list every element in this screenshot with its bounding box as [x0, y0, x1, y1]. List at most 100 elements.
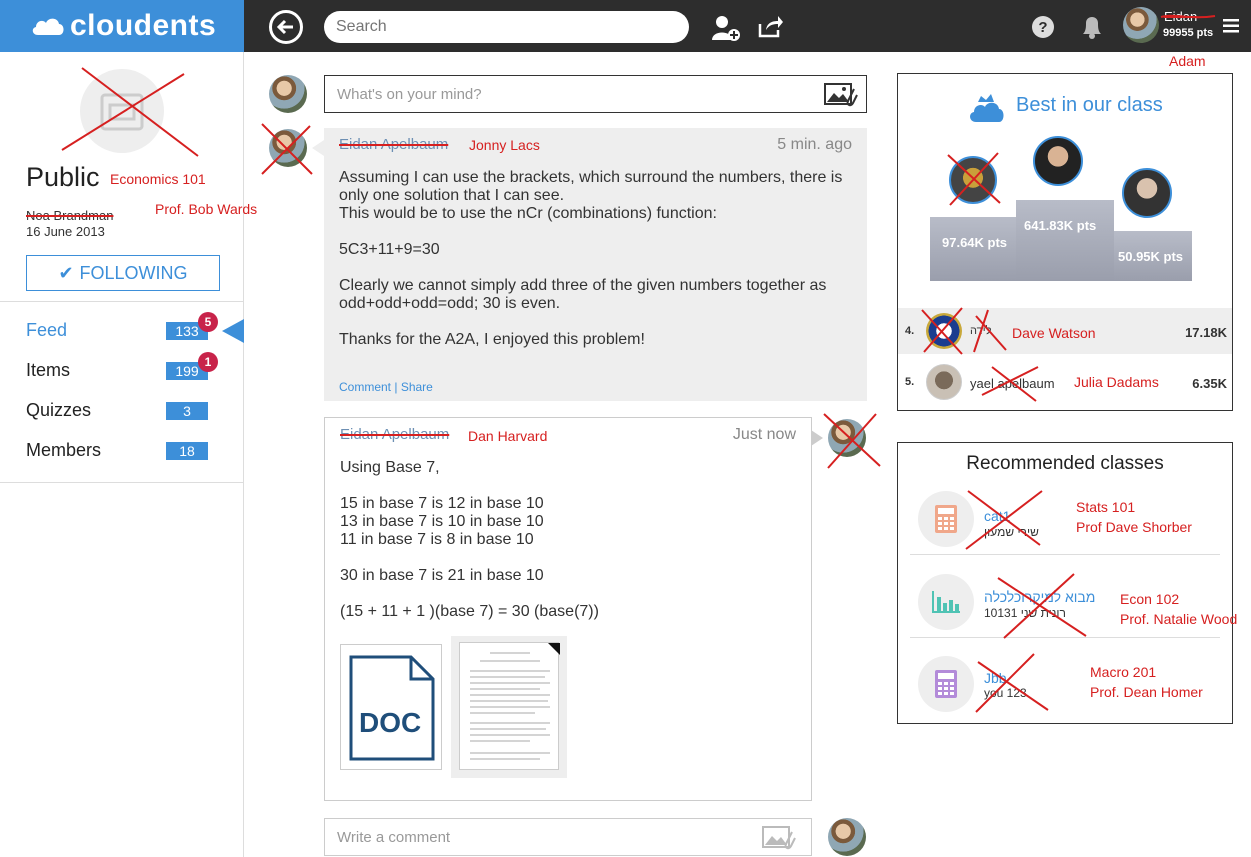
post-body: Using Base 7, 15 in base 7 is 12 in base… [340, 459, 599, 620]
panel-title: Best in our class [1016, 94, 1163, 116]
best-in-class-panel: Best in our class 97.64K pts 641.83K pts… [897, 73, 1233, 411]
user-avatar [1123, 7, 1159, 43]
post-body: Assuming I can use the brackets, which s… [339, 169, 843, 348]
recommended-classes-panel: Recommended classes cat1 שירי שמעון Stat… [897, 442, 1237, 724]
sidebar: Public Economics 101 Noa Brandman Prof. … [0, 52, 257, 857]
count-badge: 3 [166, 402, 208, 420]
annotation-class-name: Macro 201 [1090, 664, 1157, 680]
svg-text:?: ? [1038, 19, 1047, 36]
annotation-leader: Dave Watson [1012, 325, 1096, 341]
podium-points: 641.83K pts [1024, 218, 1097, 233]
scribble-mark [1160, 14, 1216, 19]
post-card: Eidan Apelbaum Jonny Lacs 5 min. ago Ass… [312, 128, 867, 401]
podium-points: 50.95K pts [1118, 249, 1184, 264]
recommended-class[interactable]: מבוא למיקרוכלכלה רונית שני 10131 Econ 10… [910, 566, 1237, 639]
commenter-avatar[interactable] [828, 818, 866, 856]
help-icon[interactable]: ? [1031, 15, 1055, 39]
brand-name: cloudents [70, 9, 217, 42]
leader-avatar [926, 364, 962, 400]
recommended-class[interactable]: Jbb you 123 Macro 201 Prof. Dean Homer [910, 648, 1220, 720]
panel-title: Recommended classes [966, 453, 1164, 474]
leader-name: yael apelbaum [970, 376, 1055, 391]
podium-avatar-first[interactable] [1033, 136, 1083, 186]
class-name: מבוא למיקרוכלכלה [984, 589, 1096, 605]
post-author-avatar[interactable] [269, 129, 307, 167]
my-avatar[interactable] [269, 75, 307, 113]
count-badge: 18 [166, 442, 208, 460]
post-author[interactable]: Eidan Apelbaum [340, 426, 449, 443]
add-user-icon[interactable] [711, 14, 741, 42]
annotation-author: Dan Harvard [468, 428, 548, 444]
created-date: 16 June 2013 [26, 224, 105, 239]
comment-input[interactable]: Write a comment [324, 818, 812, 856]
nav-label: Members [26, 440, 102, 460]
text-lines [470, 643, 560, 760]
notification-badge: 5 [198, 312, 218, 332]
nav-item-members[interactable]: Members 18 [26, 440, 226, 464]
post-card: Eidan Apelbaum Dan Harvard Just now Usin… [324, 417, 823, 801]
annotation-class-prof: Prof. Natalie Wood [1120, 611, 1238, 627]
rank: 5. [905, 376, 915, 388]
post-time: 5 min. ago [777, 136, 852, 153]
check-icon: ✔ [58, 262, 74, 283]
share-icon[interactable] [758, 14, 784, 38]
calculator-icon [935, 670, 957, 698]
annotation-class-prof: Prof Dave Shorber [1076, 519, 1192, 535]
separator: | [391, 380, 401, 394]
class-sub: you 123 [984, 686, 1027, 700]
post-input[interactable]: What's on your mind? [324, 75, 867, 113]
annotation-leader: Julia Dadams [1074, 374, 1159, 390]
nav-item-feed[interactable]: Feed 133 5 [26, 312, 226, 344]
document-thumbnail[interactable] [451, 636, 567, 778]
arrow-left-icon [276, 19, 293, 35]
annotation-user: Adam [1169, 53, 1206, 69]
podium-avatar-third[interactable] [1122, 168, 1172, 218]
annotation-class: Economics 101 [110, 171, 206, 187]
doc-attachment[interactable]: DOC [340, 644, 442, 770]
leaderboard-row[interactable]: 4. לידה Dave Watson 17.18K [898, 307, 1232, 355]
class-icon [918, 574, 974, 630]
comment-link[interactable]: Comment [339, 380, 391, 394]
podium-points: 97.64K pts [942, 235, 1008, 250]
podium-second: 97.64K pts [930, 217, 1016, 281]
back-button[interactable] [269, 10, 303, 44]
class-sub: רונית שני 10131 [984, 606, 1066, 620]
cloud-icon [32, 18, 64, 35]
following-label: FOLLOWING [79, 262, 188, 283]
notification-badge: 1 [198, 352, 218, 372]
annotation-class-name: Stats 101 [1076, 499, 1136, 515]
crown-cloud-icon [970, 94, 1004, 122]
leader-name: לידה [970, 325, 992, 337]
podium-first: 641.83K pts [1016, 200, 1114, 281]
annotation-class-prof: Prof. Dean Homer [1090, 684, 1203, 700]
attach-image-icon[interactable] [824, 83, 858, 107]
post-author[interactable]: Eidan Apelbaum [339, 136, 448, 153]
post-author-avatar[interactable] [828, 419, 866, 457]
search-input[interactable] [324, 11, 689, 43]
owner-name[interactable]: Noa Brandman [26, 208, 113, 223]
sidebar-nav: Feed 133 5 Items 199 1 Quizzes 3 Members… [0, 301, 244, 483]
podium-avatar-second[interactable] [949, 156, 997, 204]
leader-score: 17.18K [1185, 325, 1227, 340]
following-button[interactable]: ✔ FOLLOWING [26, 255, 220, 291]
annotation-author: Jonny Lacs [469, 137, 540, 153]
leader-score: 6.35K [1192, 376, 1227, 391]
share-link[interactable]: Share [401, 380, 433, 394]
brand-logo[interactable]: cloudents [0, 0, 244, 52]
active-nav-pointer [222, 319, 244, 343]
nav-item-items[interactable]: Items 199 1 [26, 352, 226, 384]
menu-icon[interactable] [1223, 19, 1239, 33]
class-name: Jbb [984, 670, 1007, 686]
calculator-icon [935, 505, 957, 533]
nav-item-quizzes[interactable]: Quizzes 3 [26, 400, 226, 424]
class-type: Public [26, 162, 100, 192]
leaderboard-row[interactable]: 5. yael apelbaum Julia Dadams 6.35K [898, 359, 1232, 405]
post-time: Just now [732, 426, 796, 443]
attach-image-icon[interactable] [762, 826, 796, 850]
class-image [80, 69, 164, 153]
class-sub: שירי שמעון [984, 525, 1039, 539]
notification-bell-icon[interactable] [1079, 14, 1105, 40]
recommended-class[interactable]: cat1 שירי שמעון Stats 101 Prof Dave Shor… [910, 483, 1220, 555]
annotation-class-name: Econ 102 [1120, 591, 1180, 607]
class-icon [918, 491, 974, 547]
